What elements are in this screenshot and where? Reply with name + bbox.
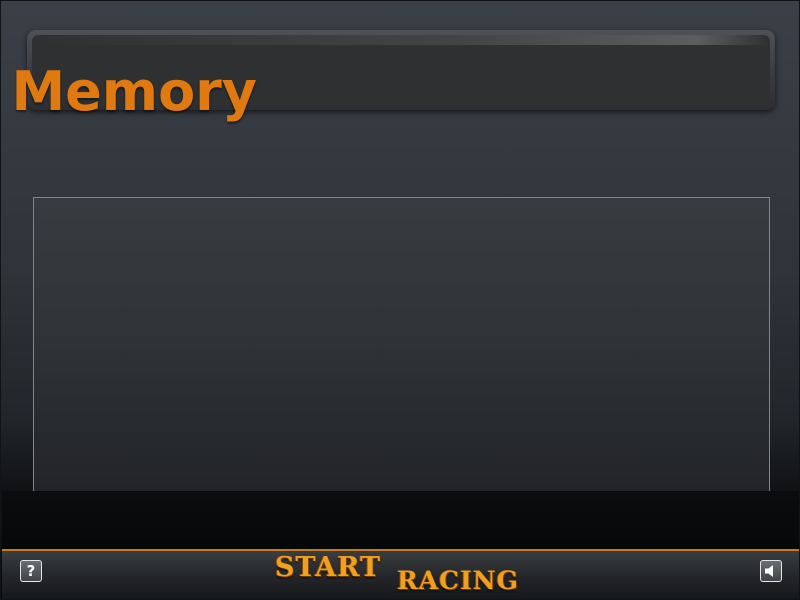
sound-toggle-button[interactable]: [760, 560, 782, 582]
start-racing-logo[interactable]: START RACING: [275, 552, 545, 598]
bottom-shade: [2, 491, 799, 549]
game-title: a Memory: [1, 60, 257, 123]
help-button[interactable]: ?: [20, 560, 42, 582]
logo-word-racing: RACING: [397, 566, 519, 595]
logo-word-start: START: [275, 552, 382, 583]
game-board-panel: [33, 197, 770, 493]
question-mark-icon: ?: [26, 561, 36, 580]
bottom-toolbar: ? START RACING: [2, 549, 799, 599]
game-screen: a Memory ? START RACING: [0, 0, 800, 600]
title-bar: a Memory: [1, 30, 775, 123]
speaker-icon: [765, 565, 773, 577]
title-bar-glare: [32, 35, 770, 45]
